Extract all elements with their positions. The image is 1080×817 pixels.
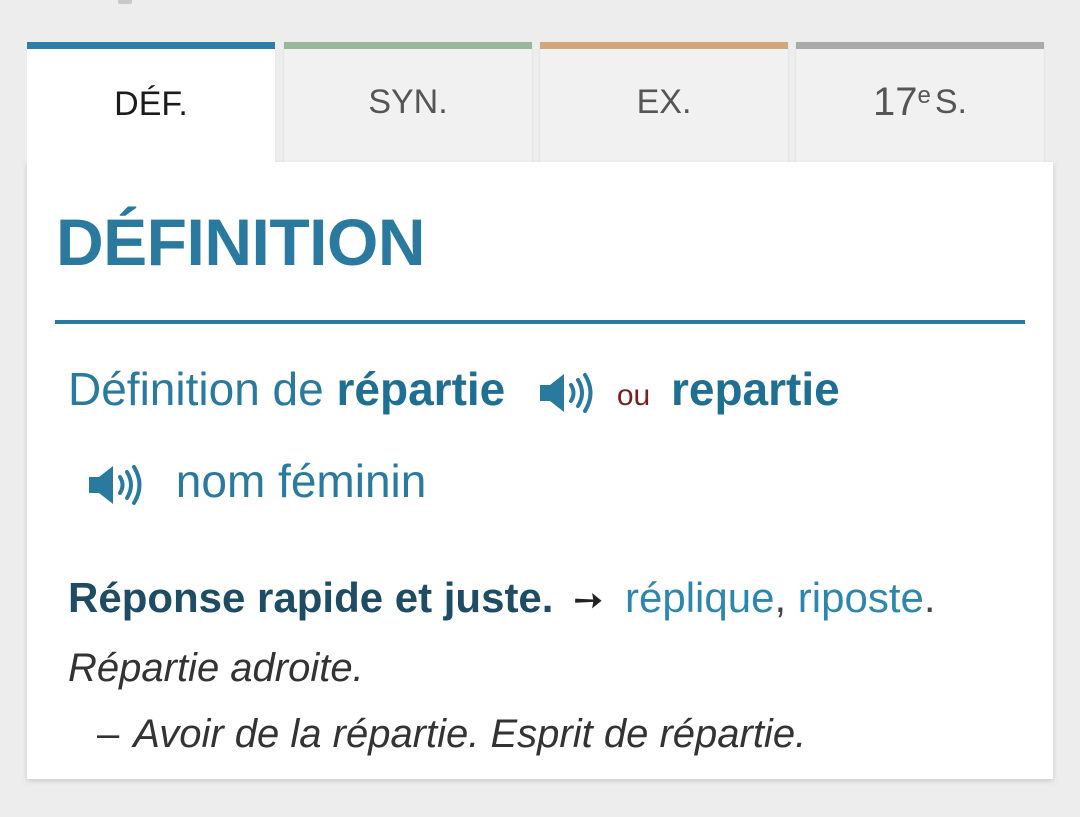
section-title: DÉFINITION <box>56 205 426 279</box>
tab-indicator <box>27 42 275 49</box>
top-edge-fragment <box>118 0 132 4</box>
entry-headline: Définition de répartie ou repartie <box>68 362 840 416</box>
synonym-link-replique[interactable]: réplique <box>625 574 774 621</box>
arrow-icon: ➙ <box>573 579 604 620</box>
tab-definition[interactable]: DÉF. <box>27 42 275 166</box>
tab-bar: DÉF. SYN. EX. 17 e S. <box>27 42 1053 166</box>
example-2: Avoir de la répartie. Esprit de répartie… <box>133 712 807 756</box>
synonym-separator: , <box>774 574 787 621</box>
definition-card: DÉFINITION Définition de répartie ou rep… <box>27 162 1053 779</box>
tab-indicator <box>284 42 532 49</box>
headword-1: répartie <box>336 363 506 415</box>
definition-text: Réponse rapide et juste. <box>68 574 554 621</box>
tab-label-sup: e <box>917 82 931 109</box>
grammatical-category: nom féminin <box>175 455 427 507</box>
tab-label: SYN. <box>368 82 448 121</box>
synonym-link-riposte[interactable]: riposte <box>798 574 924 621</box>
tab-examples[interactable]: EX. <box>540 42 788 162</box>
entry-category-line: nom féminin <box>87 454 426 508</box>
tab-label: EX. <box>636 82 692 121</box>
tab-indicator <box>540 42 788 49</box>
tab-synonyms[interactable]: SYN. <box>284 42 532 162</box>
definition-end: . <box>923 574 936 621</box>
example-1: Répartie adroite. <box>68 646 364 690</box>
title-divider <box>55 320 1025 324</box>
speaker-icon[interactable] <box>538 372 598 414</box>
definition-line: Réponse rapide et juste. ➙ réplique, rip… <box>68 574 936 622</box>
card-header: DÉFINITION <box>27 162 1053 324</box>
tab-label: DÉF. <box>114 84 188 123</box>
speaker-icon[interactable] <box>87 464 147 506</box>
entry-prefix: Définition de <box>68 363 324 415</box>
tab-label-s: S. <box>934 82 967 121</box>
tab-17e-siecle[interactable]: 17 e S. <box>796 42 1044 162</box>
tab-label-17: 17 <box>873 79 918 124</box>
example-dash: – <box>97 712 120 756</box>
tab-indicator <box>796 42 1044 49</box>
example-2-line: – Avoir de la répartie. Esprit de réparti… <box>97 712 806 757</box>
headword-2: repartie <box>670 363 840 415</box>
connector-ou: ou <box>616 379 651 412</box>
